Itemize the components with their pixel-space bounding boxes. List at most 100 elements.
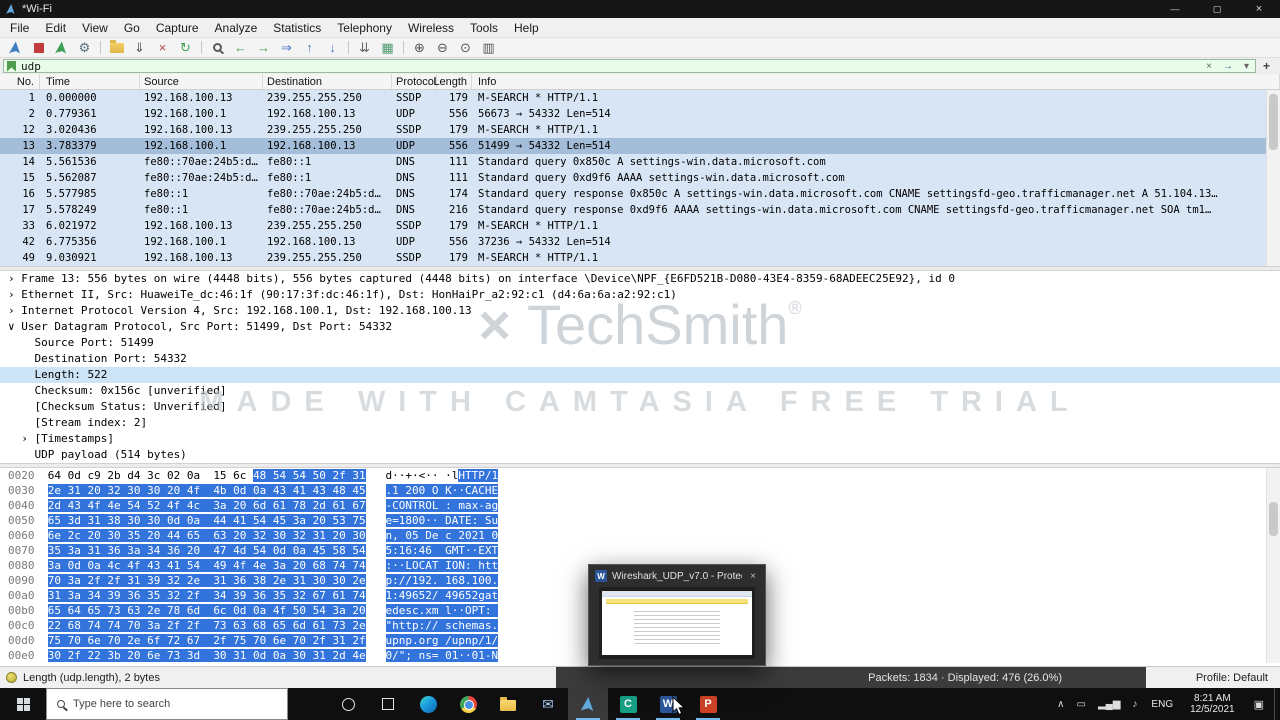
show-desktop-button[interactable] [1274,688,1280,720]
menu-file[interactable]: File [2,19,37,37]
open-file-icon[interactable] [105,39,128,57]
detail-line[interactable]: Length: 522 [0,367,1280,383]
menu-tools[interactable]: Tools [462,19,506,37]
taskbar-preview-popup[interactable]: W Wireshark_UDP_v7.0 - Protecte... × [588,564,766,666]
filter-clear-icon[interactable]: × [1203,61,1215,72]
menu-statistics[interactable]: Statistics [265,19,329,37]
menu-view[interactable]: View [74,19,116,37]
taskbar-chrome-button[interactable] [448,688,488,720]
packet-row[interactable]: 16 5.577985 fe80::1 fe80::70ae:24b5:d… DNS 17… [0,186,1266,202]
reload-icon[interactable]: ↻ [174,39,197,57]
zoom-reset-icon[interactable]: ⊙ [454,39,477,57]
column-header-info[interactable]: Info [472,74,1280,89]
close-file-icon[interactable]: × [151,39,174,57]
packet-row[interactable]: 13 3.783379 192.168.100.1 192.168.100.13 UDP… [0,138,1266,154]
detail-line[interactable]: UDP payload (514 bytes) [0,447,1280,463]
packet-row[interactable]: 15 5.562087 fe80::70ae:24b5:d… fe80::1 DNS 11… [0,170,1266,186]
taskbar-edge-button[interactable] [408,688,448,720]
hex-view-scrollbar-thumb[interactable] [1269,502,1278,536]
taskbar-task-view-button[interactable] [368,688,408,720]
packet-row[interactable]: 17 5.578249 fe80::1 fe80::70ae:24b5:d… DNS 21… [0,202,1266,218]
taskbar-file-explorer-button[interactable] [488,688,528,720]
menu-capture[interactable]: Capture [148,19,207,37]
resize-columns-icon[interactable]: ▥ [477,39,500,57]
taskbar-cortana-button[interactable] [328,688,368,720]
detail-line[interactable]: ∨ User Datagram Protocol, Src Port: 5149… [0,319,1280,335]
filter-apply-icon[interactable]: → [1220,61,1236,72]
detail-line[interactable]: [Checksum Status: Unverified] [0,399,1280,415]
menu-telephony[interactable]: Telephony [329,19,400,37]
detail-line[interactable]: [Stream index: 2] [0,415,1280,431]
network-icon[interactable]: ▂▄▆ [1092,699,1126,710]
hex-row[interactable]: 0020 64 0d c9 2b d4 3c 02 0a 15 6c 48 54… [0,468,1280,483]
menu-edit[interactable]: Edit [37,19,74,37]
restart-capture-icon[interactable] [50,39,73,57]
menu-wireless[interactable]: Wireless [400,19,462,37]
hidden-icons-chevron[interactable]: ∧ [1051,699,1070,710]
zoom-out-icon[interactable]: ⊖ [431,39,454,57]
add-filter-button[interactable]: + [1256,59,1277,73]
auto-scroll-icon[interactable]: ⇊ [353,39,376,57]
hex-row[interactable]: 0060 6e 2c 20 30 35 20 44 65 63 20 32 30… [0,528,1280,543]
hex-view-scrollbar[interactable] [1266,468,1280,663]
column-header-source[interactable]: Source [140,74,263,89]
menu-analyze[interactable]: Analyze [207,19,266,37]
taskbar-wireshark-button[interactable] [568,688,608,720]
detail-line[interactable]: › Frame 13: 556 bytes on wire (4448 bits… [0,271,1280,287]
column-header-time[interactable]: Time [40,74,140,89]
hex-row[interactable]: 0050 65 3d 31 38 30 30 0d 0a 44 41 54 45… [0,513,1280,528]
expert-info-icon[interactable] [6,672,17,683]
save-file-icon[interactable]: ⇓ [128,39,151,57]
packet-row[interactable]: 49 9.030921 192.168.100.13 239.255.255.250 S… [0,250,1266,266]
packet-row[interactable]: 14 5.561536 fe80::70ae:24b5:d… fe80::1 DNS 11… [0,154,1266,170]
go-back-icon[interactable]: ← [229,39,252,57]
maximize-button[interactable]: ▢ [1196,0,1238,18]
taskbar-camtasia-button[interactable]: C [608,688,648,720]
find-packet-icon[interactable] [206,39,229,57]
start-button[interactable] [0,688,46,720]
go-to-packet-icon[interactable]: ⇒ [275,39,298,57]
colorize-icon[interactable]: ▦ [376,39,399,57]
packet-row[interactable]: 33 6.021972 192.168.100.13 239.255.255.250 S… [0,218,1266,234]
column-header-length[interactable]: Length [433,74,472,89]
taskbar-powerpoint-button[interactable]: P [688,688,728,720]
column-header-destination[interactable]: Destination [263,74,392,89]
menu-help[interactable]: Help [506,19,547,37]
detail-line[interactable]: › Internet Protocol Version 4, Src: 192.… [0,303,1280,319]
close-button[interactable]: × [1238,0,1280,18]
zoom-in-icon[interactable]: ⊕ [408,39,431,57]
preview-close-icon[interactable]: × [747,571,759,582]
status-profile[interactable]: Profile: Default [1196,667,1268,688]
column-header-no[interactable]: No. [0,74,40,89]
filter-dropdown-icon[interactable]: ▾ [1241,61,1252,72]
language-indicator[interactable]: ENG [1143,699,1181,710]
taskbar-clock[interactable]: 8:21 AM 12/5/2021 [1181,693,1244,715]
hex-row[interactable]: 0030 2e 31 20 32 30 30 20 4f 4b 0d 0a 43… [0,483,1280,498]
last-packet-icon[interactable]: ↓ [321,39,344,57]
taskbar-mail-button[interactable]: ✉ [528,688,568,720]
packet-row[interactable]: 1 0.000000 192.168.100.13 239.255.255.250 SS… [0,90,1266,106]
column-header-protocol[interactable]: Protocol [392,74,437,89]
preview-thumbnail[interactable] [599,587,755,659]
packet-row[interactable]: 2 0.779361 192.168.100.1 192.168.100.13 UDP 5… [0,106,1266,122]
detail-line[interactable]: Source Port: 51499 [0,335,1280,351]
filter-bookmark-icon[interactable] [7,60,16,72]
first-packet-icon[interactable]: ↑ [298,39,321,57]
hex-row[interactable]: 0070 35 3a 31 36 3a 34 36 20 47 4d 54 0d… [0,543,1280,558]
filter-value[interactable]: udp [21,60,1198,73]
detail-line[interactable]: › Ethernet II, Src: HuaweiTe_dc:46:1f (9… [0,287,1280,303]
battery-icon[interactable]: ▭ [1071,699,1092,710]
hex-row[interactable]: 0040 2d 43 4f 4e 54 52 4f 4c 3a 20 6d 61… [0,498,1280,513]
packet-list-scrollbar[interactable] [1266,90,1280,266]
packet-list-scrollbar-thumb[interactable] [1269,94,1278,150]
action-center-icon[interactable]: ▣ [1244,698,1274,711]
packet-row[interactable]: 12 3.020436 192.168.100.13 239.255.255.250 S… [0,122,1266,138]
volume-icon[interactable]: ♪ [1126,699,1143,710]
display-filter-input[interactable]: udp × → ▾ [3,59,1256,73]
packet-row[interactable]: 42 6.775356 192.168.100.1 192.168.100.13 UDP… [0,234,1266,250]
detail-line[interactable]: Destination Port: 54332 [0,351,1280,367]
menu-go[interactable]: Go [116,19,148,37]
capture-options-icon[interactable]: ⚙ [73,39,96,57]
start-capture-icon[interactable] [4,39,27,57]
stop-capture-icon[interactable] [27,39,50,57]
